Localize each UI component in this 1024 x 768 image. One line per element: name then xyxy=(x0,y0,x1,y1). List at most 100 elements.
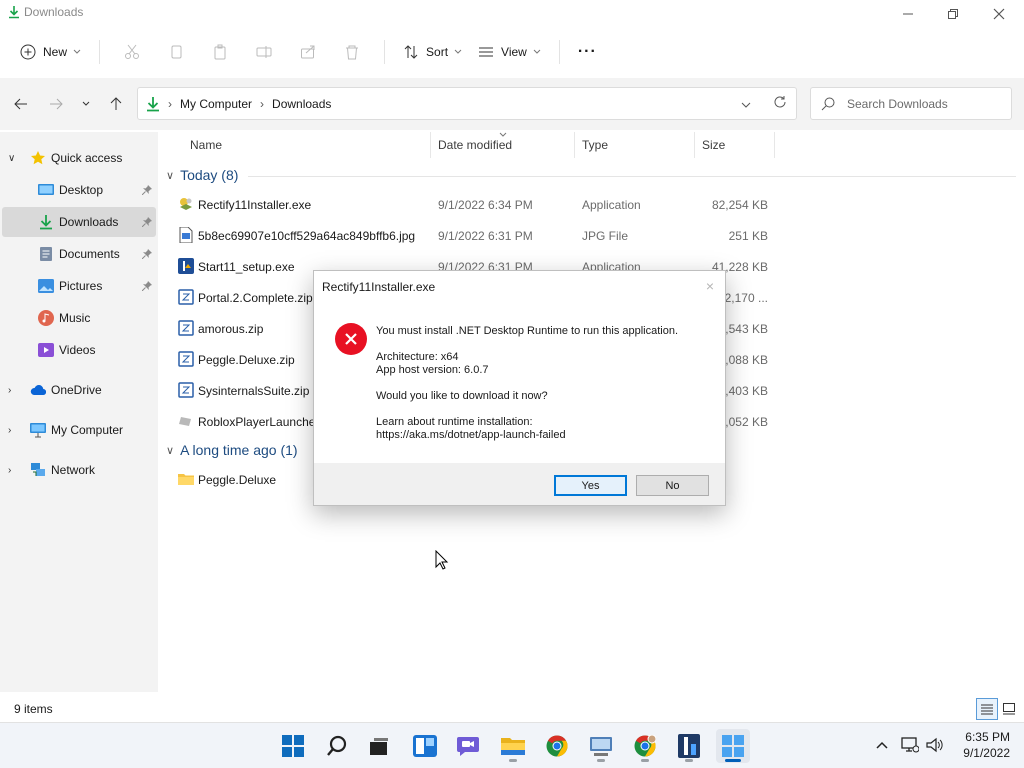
task-view-button[interactable] xyxy=(362,729,396,763)
new-label: New xyxy=(43,45,68,59)
chevron-down-icon xyxy=(741,102,751,108)
close-icon xyxy=(993,8,1005,20)
details-view-button[interactable] xyxy=(976,698,998,720)
file-name: Portal.2.Complete.zip xyxy=(198,291,313,305)
downloads-icon xyxy=(9,6,19,19)
toolbar-divider xyxy=(99,40,101,64)
recent-locations-button[interactable] xyxy=(74,92,98,116)
sidebar-item-downloads[interactable]: Downloads xyxy=(2,207,156,237)
sort-button[interactable]: Sort xyxy=(395,36,470,68)
toolbar-divider xyxy=(558,40,560,64)
yes-button[interactable]: Yes xyxy=(554,475,627,496)
chevron-right-icon[interactable]: › xyxy=(8,465,20,476)
show-hidden-icons-button[interactable] xyxy=(873,736,891,754)
group-label: Today (8) xyxy=(180,167,239,183)
arrow-up-icon xyxy=(110,97,122,110)
control-panel-button[interactable] xyxy=(584,729,618,763)
sidebar-item-label: OneDrive xyxy=(51,383,102,397)
network-icon xyxy=(31,463,45,476)
address-bar[interactable]: › My Computer › Downloads xyxy=(137,87,797,120)
delete-button[interactable] xyxy=(336,36,368,68)
group-header-today[interactable]: ∨ Today (8) xyxy=(166,167,238,183)
sidebar-item-onedrive[interactable]: › OneDrive xyxy=(2,375,156,405)
sidebar-item-label: Documents xyxy=(59,247,120,261)
sidebar-item-desktop[interactable]: Desktop xyxy=(2,175,156,205)
column-divider[interactable] xyxy=(574,132,575,158)
column-divider[interactable] xyxy=(430,132,431,158)
chrome-profile-button[interactable] xyxy=(628,729,662,763)
address-dropdown-button[interactable] xyxy=(741,98,751,112)
chrome-icon xyxy=(546,735,568,757)
breadcrumb-separator: › xyxy=(168,96,172,111)
column-header-type[interactable]: Type xyxy=(582,132,608,158)
file-row[interactable]: 5b8ec69907e10cff529a64ac849bffb6.jpg 9/1… xyxy=(158,220,1024,251)
chrome-button[interactable] xyxy=(540,729,574,763)
refresh-button[interactable] xyxy=(773,95,787,112)
forward-button[interactable] xyxy=(44,92,68,116)
sidebar-item-label: My Computer xyxy=(51,423,124,437)
sidebar-item-pictures[interactable]: Pictures xyxy=(2,271,156,301)
address-row: › My Computer › Downloads Search Downloa… xyxy=(0,78,1024,130)
rename-button[interactable] xyxy=(248,36,280,68)
breadcrumb-downloads[interactable]: Downloads xyxy=(272,97,331,111)
rectify-installer-button[interactable] xyxy=(716,729,750,763)
file-explorer-taskbar-button[interactable] xyxy=(496,729,530,763)
sidebar-item-videos[interactable]: Videos xyxy=(2,335,156,365)
network-wired-icon xyxy=(901,737,919,753)
widgets-button[interactable] xyxy=(408,729,442,763)
column-header-name[interactable]: Name xyxy=(190,132,222,158)
task-view-icon xyxy=(370,738,388,755)
system-clock[interactable]: 6:35 PM 9/1/2022 xyxy=(963,729,1010,761)
image-file-icon xyxy=(179,227,193,243)
start-button[interactable] xyxy=(276,729,310,763)
installer-app-button[interactable] xyxy=(672,729,706,763)
chevron-down-icon[interactable]: ∨ xyxy=(8,153,20,164)
maximize-button[interactable] xyxy=(930,0,976,28)
chevron-right-icon[interactable]: › xyxy=(8,385,20,396)
dialog-close-icon[interactable]: × xyxy=(701,277,719,295)
close-button[interactable] xyxy=(976,0,1022,28)
new-button[interactable]: New xyxy=(12,36,89,68)
view-button[interactable]: View xyxy=(470,36,549,68)
more-options-button[interactable]: ··· xyxy=(570,36,605,68)
file-date: 9/1/2022 6:31 PM xyxy=(438,229,533,243)
search-box[interactable]: Search Downloads xyxy=(810,87,1012,120)
share-button[interactable] xyxy=(292,36,324,68)
sidebar-item-quick-access[interactable]: ∨ Quick access xyxy=(2,143,156,173)
group-header-long-ago[interactable]: ∨ A long time ago (1) xyxy=(166,442,298,458)
thumbnail-view-button[interactable] xyxy=(998,698,1020,720)
minimize-button[interactable] xyxy=(885,0,931,28)
chevron-right-icon[interactable]: › xyxy=(8,425,20,436)
up-button[interactable] xyxy=(104,92,128,116)
column-divider[interactable] xyxy=(774,132,775,158)
column-header-date[interactable]: Date modified xyxy=(438,132,512,158)
sidebar-item-my-computer[interactable]: › My Computer xyxy=(2,415,156,445)
status-bar: 9 items xyxy=(0,696,1024,722)
sidebar-item-label: Desktop xyxy=(59,183,104,197)
folder-icon xyxy=(501,738,525,755)
arrow-left-icon xyxy=(14,98,27,110)
dialog-learn-link[interactable]: https://aka.ms/dotnet/app-launch-failed xyxy=(376,429,566,442)
breadcrumb-my-computer[interactable]: My Computer xyxy=(180,97,252,111)
no-button[interactable]: No xyxy=(636,475,709,496)
navigation-pane: ∨ Quick access Desktop Downloads Documen… xyxy=(0,132,158,692)
sidebar-item-network[interactable]: › Network xyxy=(2,455,156,485)
chevron-down-icon xyxy=(533,49,541,54)
paste-button[interactable] xyxy=(204,36,236,68)
copy-button[interactable] xyxy=(160,36,192,68)
documents-icon xyxy=(40,247,52,261)
sort-icon xyxy=(404,45,418,59)
cut-button[interactable] xyxy=(116,36,148,68)
chat-button[interactable] xyxy=(451,729,485,763)
sidebar-item-documents[interactable]: Documents xyxy=(2,239,156,269)
network-tray-button[interactable] xyxy=(901,736,919,754)
back-button[interactable] xyxy=(9,92,33,116)
column-divider[interactable] xyxy=(694,132,695,158)
file-row[interactable]: Rectify11Installer.exe 9/1/2022 6:34 PM … xyxy=(158,189,1024,220)
search-icon xyxy=(327,735,347,756)
column-header-size[interactable]: Size xyxy=(702,132,725,158)
search-taskbar-button[interactable] xyxy=(320,729,354,763)
restore-icon xyxy=(948,9,958,19)
volume-tray-button[interactable] xyxy=(926,736,944,754)
sidebar-item-music[interactable]: Music xyxy=(2,303,156,333)
